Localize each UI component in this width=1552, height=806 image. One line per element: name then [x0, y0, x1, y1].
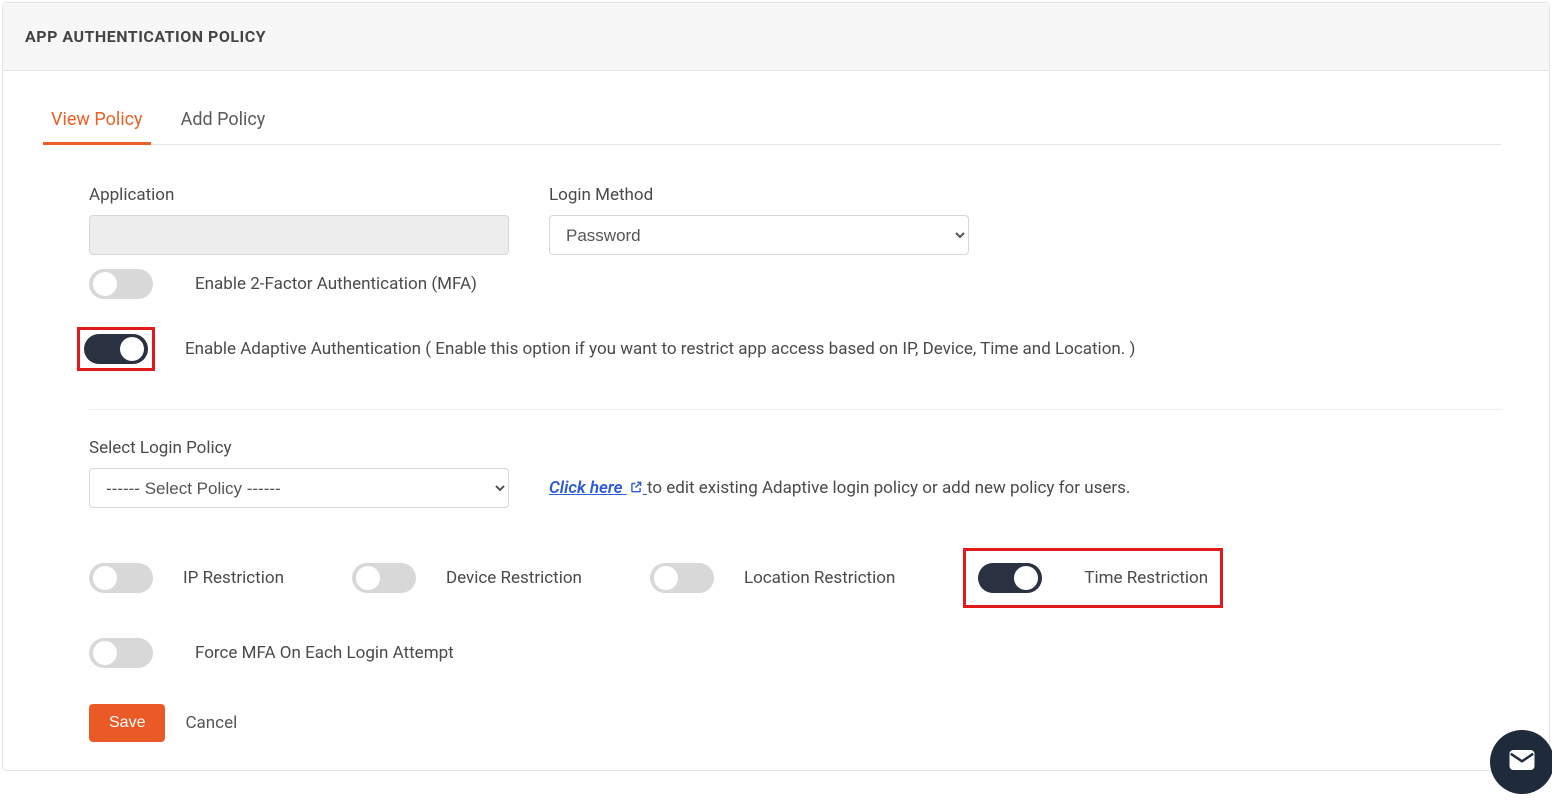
section-divider — [89, 409, 1501, 410]
mfa-toggle[interactable] — [89, 269, 153, 299]
mail-icon — [1507, 745, 1537, 780]
click-here-link[interactable]: Click here — [549, 478, 647, 498]
mfa-toggle-label: Enable 2-Factor Authentication (MFA) — [195, 274, 477, 294]
ip-restriction-toggle[interactable] — [89, 563, 153, 593]
login-policy-help: Click here to edit existing Adaptive log… — [549, 478, 1130, 499]
policy-card: APP AUTHENTICATION POLICY View Policy Ad… — [2, 2, 1550, 771]
device-restriction-toggle[interactable] — [352, 563, 416, 593]
time-restriction-toggle[interactable] — [978, 563, 1042, 593]
force-mfa-label: Force MFA On Each Login Attempt — [195, 643, 454, 663]
login-method-label: Login Method — [549, 185, 969, 205]
card-header: APP AUTHENTICATION POLICY — [3, 3, 1549, 71]
time-restriction-highlight: Time Restriction — [963, 548, 1223, 608]
adaptive-toggle[interactable] — [84, 334, 148, 364]
form-content: Application Enable 2-Factor Authenticati… — [51, 185, 1501, 742]
application-label: Application — [89, 185, 509, 205]
adaptive-highlight — [77, 327, 155, 371]
external-link-icon — [629, 479, 643, 499]
login-method-field-group: Login Method Password — [549, 185, 969, 255]
save-button[interactable]: Save — [89, 704, 165, 742]
device-restriction-label: Device Restriction — [446, 568, 582, 588]
login-policy-help-text: to edit existing Adaptive login policy o… — [647, 478, 1130, 498]
force-mfa-toggle[interactable] — [89, 638, 153, 668]
contact-fab[interactable] — [1490, 730, 1552, 794]
application-field-group: Application Enable 2-Factor Authenticati… — [89, 185, 509, 299]
tabs: View Policy Add Policy — [51, 109, 1501, 145]
location-restriction-label: Location Restriction — [744, 568, 895, 588]
login-policy-label: Select Login Policy — [89, 438, 232, 458]
tab-view-policy[interactable]: View Policy — [51, 109, 143, 144]
cancel-button[interactable]: Cancel — [185, 713, 237, 733]
card-body: View Policy Add Policy Application Enabl… — [3, 71, 1549, 770]
page-title: APP AUTHENTICATION POLICY — [25, 27, 266, 46]
ip-restriction-label: IP Restriction — [183, 568, 284, 588]
time-restriction-label: Time Restriction — [1084, 568, 1208, 588]
adaptive-toggle-label: Enable Adaptive Authentication ( Enable … — [185, 339, 1135, 359]
login-method-select[interactable]: Password — [549, 215, 969, 255]
tab-add-policy[interactable]: Add Policy — [181, 109, 266, 144]
application-input[interactable] — [89, 215, 509, 255]
login-policy-select[interactable]: ------ Select Policy ------ — [89, 468, 509, 508]
location-restriction-toggle[interactable] — [650, 563, 714, 593]
